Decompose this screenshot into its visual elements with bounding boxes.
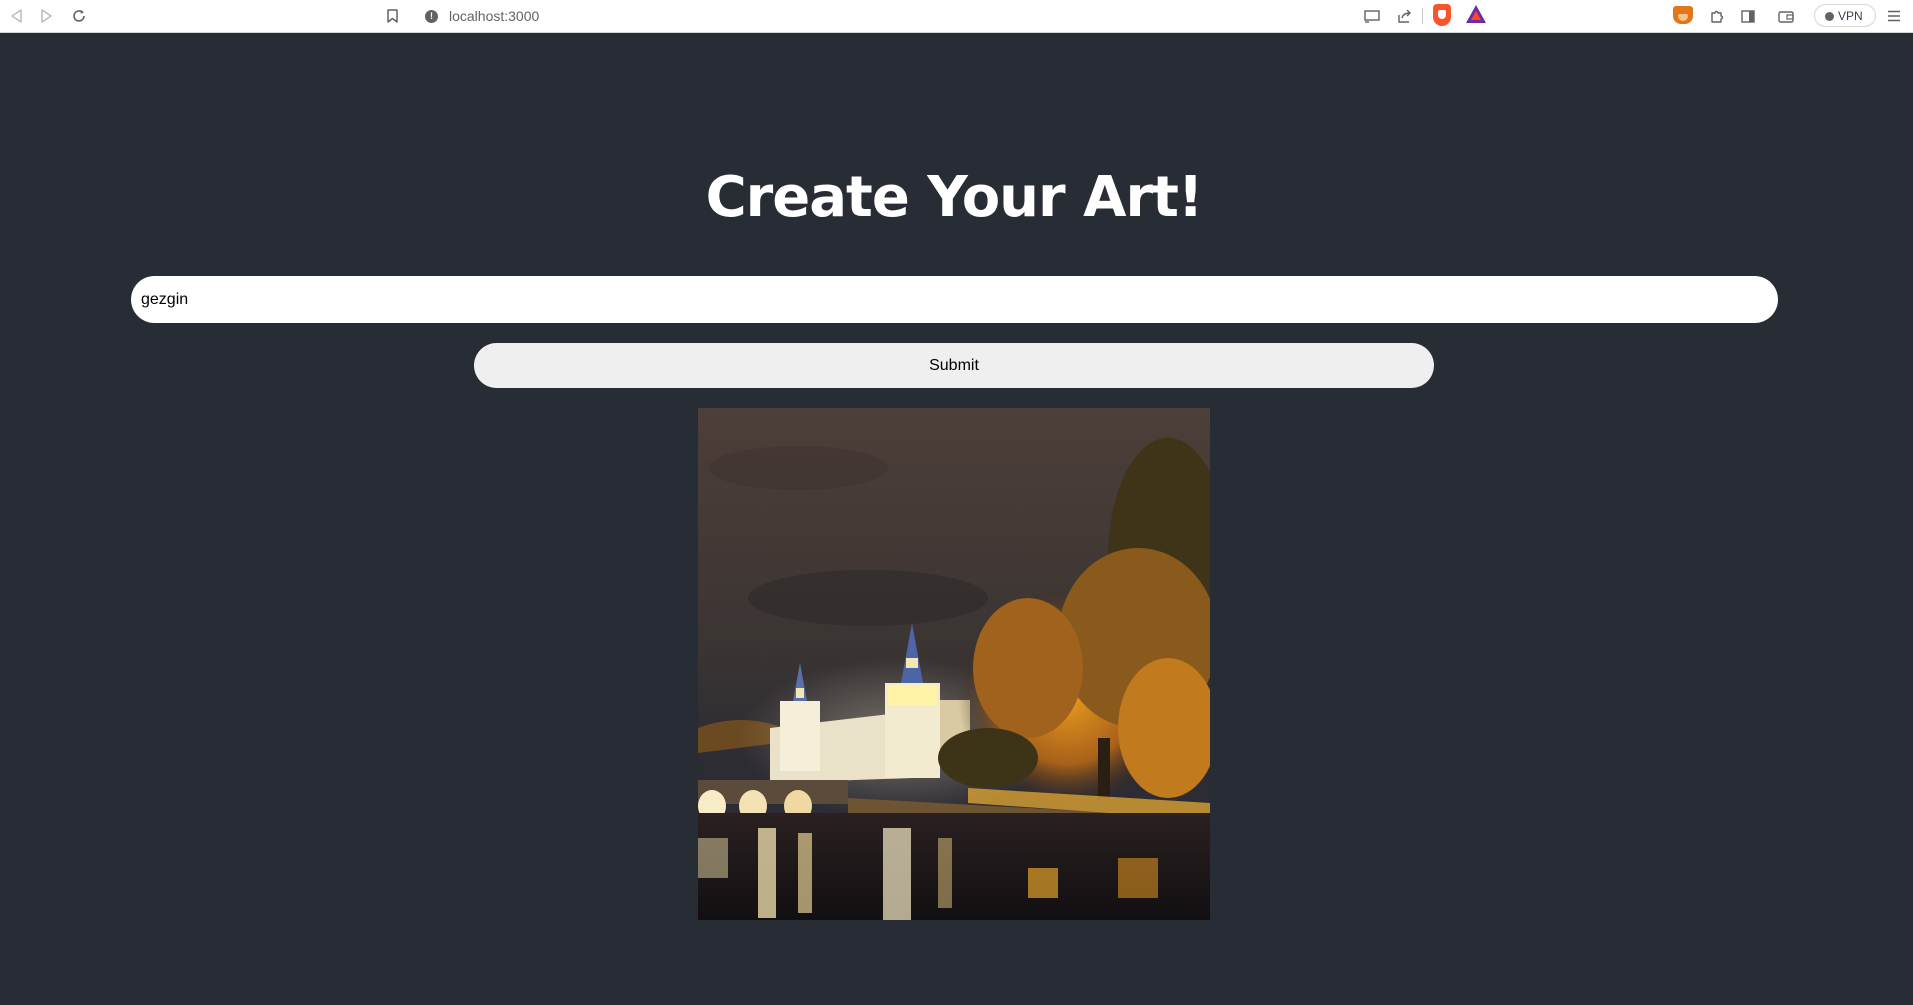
address-bar[interactable]: ! localhost:3000 — [413, 2, 1493, 30]
hamburger-menu-icon[interactable] — [1882, 4, 1906, 28]
fox-extension-icon[interactable] — [1673, 6, 1693, 24]
info-icon[interactable]: ! — [425, 10, 438, 23]
back-arrow-icon[interactable] — [4, 4, 28, 28]
bookmark-icon[interactable] — [380, 4, 404, 28]
vpn-status-icon — [1825, 12, 1834, 21]
generated-art-image — [698, 408, 1210, 920]
submit-button[interactable]: Submit — [474, 343, 1434, 388]
address-bar-divider — [1422, 8, 1423, 24]
share-icon[interactable] — [1393, 5, 1415, 27]
forward-arrow-icon[interactable] — [35, 4, 59, 28]
night-castle-image — [698, 408, 1210, 920]
sidebar-icon[interactable] — [1736, 4, 1760, 28]
browser-toolbar: ! localhost:3000 VPN — [0, 0, 1913, 33]
brave-lion-icon[interactable] — [1433, 4, 1451, 26]
address-url[interactable]: localhost:3000 — [449, 8, 539, 24]
page-title: Create Your Art! — [705, 165, 1204, 230]
puzzle-icon[interactable] — [1704, 4, 1728, 28]
wallet-icon[interactable] — [1774, 4, 1798, 28]
vpn-label: VPN — [1838, 9, 1863, 23]
cast-icon[interactable] — [1361, 5, 1383, 27]
prompt-input[interactable] — [131, 276, 1778, 323]
reload-icon[interactable] — [67, 4, 91, 28]
vpn-button[interactable]: VPN — [1814, 4, 1876, 27]
bat-triangle-icon[interactable] — [1466, 5, 1486, 23]
